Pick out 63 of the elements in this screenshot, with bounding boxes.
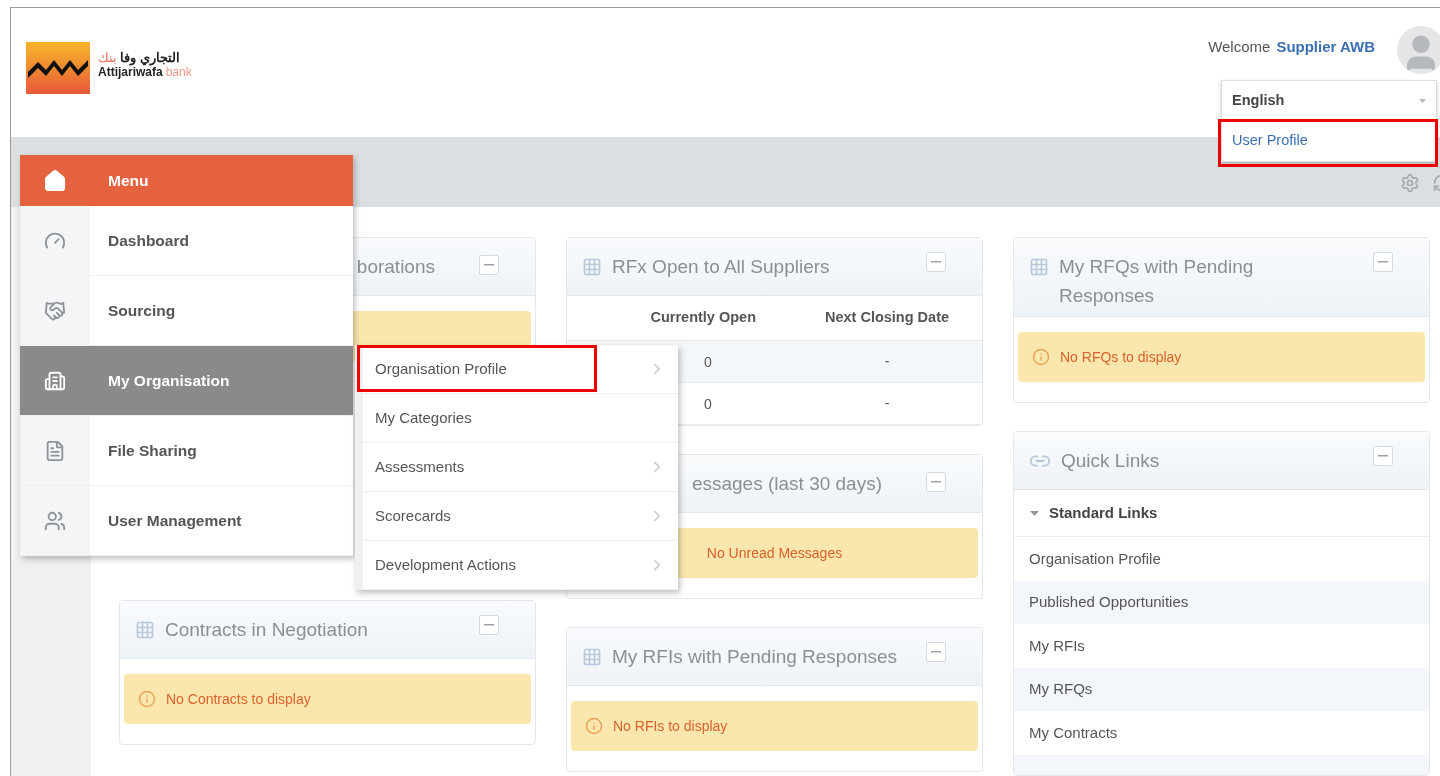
menu-title: Menu (108, 170, 149, 191)
logo-name: Attijariwafa (98, 65, 163, 79)
card-title: Contracts in Negotiation (165, 618, 368, 642)
submenu-item[interactable]: Organisation Profile (355, 345, 678, 394)
alert-message: No RFIs to display (613, 716, 728, 736)
menu-item-icon (44, 439, 66, 462)
avatar[interactable] (1397, 26, 1440, 74)
submenu-item[interactable]: Assessments (355, 443, 678, 492)
minus-icon (931, 481, 941, 483)
minus-icon (484, 624, 494, 626)
logo-mark-icon (26, 42, 90, 94)
home-icon (43, 168, 67, 193)
minus-icon (484, 264, 494, 266)
link-group-title[interactable]: Standard Links (1049, 501, 1158, 525)
logo-arabic-bank: بنك (98, 51, 117, 65)
menu-item[interactable]: User Management (20, 486, 353, 556)
card-title: Quick Links (1061, 449, 1160, 473)
minus-icon (1378, 455, 1388, 457)
table-cell: 0 (704, 395, 712, 412)
quick-link[interactable]: My RFQs (1029, 678, 1093, 701)
menu-item[interactable]: Dashboard (20, 206, 353, 276)
user-name-link[interactable]: Supplier AWB (1276, 36, 1375, 59)
language-select[interactable]: English (1222, 81, 1436, 121)
collapse-button[interactable] (926, 472, 946, 492)
card-title: My RFIs with Pending Responses (612, 645, 898, 669)
quick-link[interactable]: My Contracts (1029, 721, 1118, 744)
logo-arabic-name: التجاري وفا (120, 51, 180, 65)
quick-link[interactable]: Organisation Profile (1029, 547, 1161, 570)
minus-icon (931, 651, 941, 653)
column-header: Next Closing Date (824, 308, 950, 328)
card-title: essages (last 30 days) (691, 472, 882, 496)
submenu-item[interactable]: Scorecards (355, 492, 678, 541)
column-header: Currently Open (650, 308, 756, 328)
welcome-label: Welcome (1208, 37, 1271, 57)
collapse-button[interactable] (479, 255, 499, 275)
card-title: My RFQs with Pending Responses (1059, 255, 1255, 308)
menu-item[interactable]: File Sharing (20, 416, 353, 486)
card-title: RFx Open to All Suppliers (612, 255, 830, 279)
settings-icon[interactable] (1400, 173, 1420, 193)
menu-item[interactable]: Sourcing (20, 276, 353, 346)
collapse-button[interactable] (1373, 446, 1393, 466)
card-title: borations (356, 255, 435, 279)
menu-item-icon (44, 299, 66, 322)
collapse-button[interactable] (479, 615, 499, 635)
table-cell: 0 (704, 353, 712, 370)
minus-icon (1378, 261, 1388, 263)
submenu-item[interactable]: Development Actions (355, 541, 678, 590)
quick-link[interactable]: My RFIs (1029, 634, 1085, 657)
alert-message: No Unread Messages (706, 543, 843, 563)
logo-bank: bank (165, 65, 192, 79)
minus-icon (931, 261, 941, 263)
menu-item-icon (44, 369, 66, 392)
menu-item-icon (44, 509, 66, 532)
table-cell-text: - (884, 394, 890, 413)
alert-message: No RFQs to display (1060, 347, 1182, 367)
user-profile-link[interactable]: User Profile (1232, 130, 1308, 152)
collapse-button[interactable] (926, 642, 946, 662)
collapse-button[interactable] (926, 252, 946, 272)
submenu-item[interactable]: My Categories (355, 394, 678, 443)
caret-down-icon (1419, 98, 1426, 103)
collapse-button[interactable] (1373, 252, 1393, 272)
alert-message: No Contracts to display (166, 689, 311, 709)
table-cell-text: - (884, 352, 890, 371)
